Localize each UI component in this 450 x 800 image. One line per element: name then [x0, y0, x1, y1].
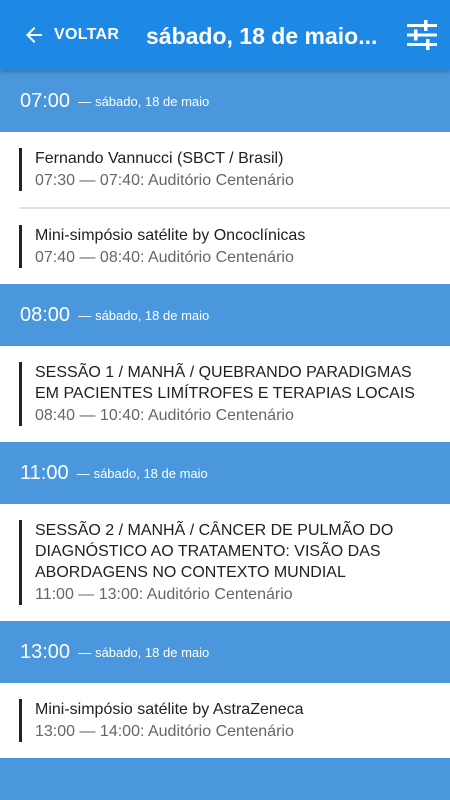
session-item[interactable]: Mini-simpósio satélite by Oncoclínicas 0… [0, 209, 450, 284]
time-header-next [0, 758, 450, 800]
page-title: sábado, 18 de maio... [146, 23, 378, 49]
schedule-list: 07:00 — sábado, 18 de maio Fernando Vann… [0, 70, 450, 800]
filter-button[interactable] [405, 20, 439, 50]
session-title: Fernando Vannucci (SBCT / Brasil) [35, 150, 284, 167]
time-date: sábado, 18 de maio [95, 93, 210, 109]
session-title: Mini-simpósio satélite by Oncoclínicas [35, 227, 306, 244]
session-item[interactable]: Mini-simpósio satélite by AstraZeneca 13… [0, 683, 450, 758]
session-marker [19, 362, 22, 426]
time-header: 13:00 — sábado, 18 de maio [0, 621, 450, 683]
session-time-location: 11:00 — 13:00: Auditório Centenário [35, 586, 293, 603]
session-time-location: 08:40 — 10:40: Auditório Centenário [35, 407, 294, 424]
time-header: 08:00 — sábado, 18 de maio [0, 284, 450, 346]
session-title: Mini-simpósio satélite by AstraZeneca [35, 701, 304, 718]
session-marker [19, 520, 22, 605]
time-slot: 07:00 [20, 89, 71, 112]
session-item[interactable]: SESSÃO 2 / MANHÃ / CÂNCER DE PULMÃO DO D… [0, 504, 450, 621]
separator: — [78, 93, 92, 109]
sliders-icon [407, 20, 437, 50]
separator: — [78, 644, 92, 660]
session-marker [19, 148, 22, 191]
session-title: SESSÃO 2 / MANHÃ / CÂNCER DE PULMÃO DO D… [35, 522, 394, 581]
arrow-left-icon [26, 27, 42, 43]
session-time-location: 07:30 — 07:40: Auditório Centenário [35, 172, 294, 189]
separator: — [76, 465, 90, 481]
session-time-location: 07:40 — 08:40: Auditório Centenário [35, 249, 294, 266]
separator: — [78, 307, 92, 323]
time-slot: 08:00 [20, 303, 71, 326]
session-item[interactable]: SESSÃO 1 / MANHÃ / QUEBRANDO PARADIGMAS … [0, 346, 450, 442]
time-date: sábado, 18 de maio [95, 307, 210, 323]
time-header: 11:00 — sábado, 18 de maio [0, 442, 450, 504]
session-title: SESSÃO 1 / MANHÃ / QUEBRANDO PARADIGMAS … [35, 364, 415, 402]
time-header: 07:00 — sábado, 18 de maio [0, 70, 450, 132]
time-slot: 13:00 [20, 640, 71, 663]
back-label: VOLTAR [54, 26, 120, 43]
session-item[interactable]: Fernando Vannucci (SBCT / Brasil) 07:30 … [0, 132, 450, 207]
time-date: sábado, 18 de maio [95, 644, 210, 660]
session-time-location: 13:00 — 14:00: Auditório Centenário [35, 723, 294, 740]
app-bar: VOLTAR sábado, 18 de maio... [0, 0, 450, 70]
session-marker [19, 225, 22, 268]
session-marker [19, 699, 22, 742]
back-button[interactable]: VOLTAR [22, 20, 119, 50]
time-slot: 11:00 [20, 461, 69, 484]
time-date: sábado, 18 de maio [93, 465, 208, 481]
